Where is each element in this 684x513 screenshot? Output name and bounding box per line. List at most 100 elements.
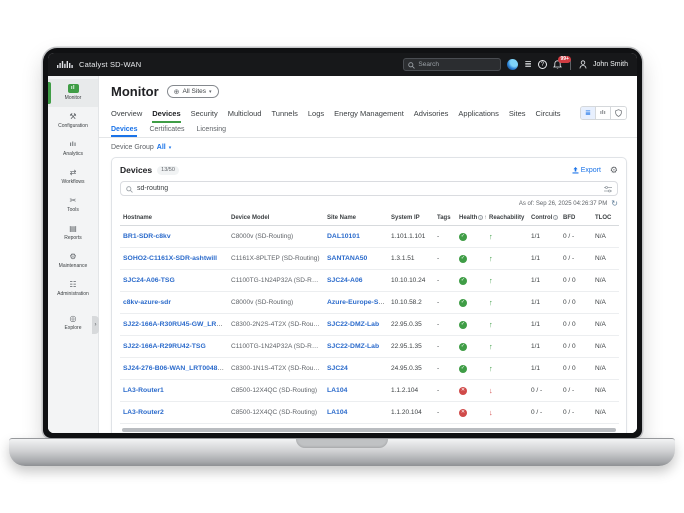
col-hostname[interactable]: Hostname [120, 211, 228, 226]
help-icon[interactable]: ? [538, 60, 547, 69]
table-row[interactable]: LA3-Router1 C8500-12X4QC (SD-Routing) LA… [120, 380, 619, 402]
sidebar-item-icon [68, 84, 79, 93]
export-icon [572, 167, 579, 174]
sidebar-item[interactable]: Explore [48, 309, 98, 337]
tab[interactable]: Multicloud [228, 109, 262, 123]
sidebar-expand-handle[interactable]: › [92, 316, 99, 334]
col-reachability[interactable]: Reachability [486, 211, 528, 226]
tab[interactable]: Logs [308, 109, 324, 123]
tab[interactable]: Tunnels [271, 109, 297, 123]
sidebar-item[interactable]: Workflows [48, 163, 98, 191]
device-model: C1100TG-1N24P32A (SD-Routing) [228, 336, 324, 358]
chart-view-button[interactable]: ılı [596, 107, 611, 119]
shield-view-button[interactable] [611, 107, 626, 119]
global-search[interactable] [403, 58, 501, 71]
site-name-link[interactable]: DAL10101 [327, 233, 360, 240]
tab[interactable]: Devices [152, 109, 180, 123]
sidebar-item[interactable]: Configuration [48, 107, 98, 135]
col-tags[interactable]: Tags [434, 211, 456, 226]
tab[interactable]: Energy Management [334, 109, 404, 123]
globe-icon[interactable] [507, 59, 518, 70]
sidebar-item[interactable]: Maintenance [48, 247, 98, 275]
user-avatar-icon[interactable] [579, 60, 587, 69]
sidebar-item-icon [70, 314, 77, 323]
device-search-input[interactable] [137, 185, 600, 192]
col-bfd[interactable]: BFD [560, 211, 592, 226]
col-system-ip[interactable]: System IP [388, 211, 434, 226]
tags-value: - [434, 270, 456, 292]
table-row[interactable]: BR1-SDR-c8kv C8000v (SD-Routing) DAL1010… [120, 226, 619, 248]
col-health[interactable]: Health↑ [456, 211, 486, 226]
subtab[interactable]: Licensing [196, 126, 226, 137]
device-hostname-link[interactable]: SJ24-276-B06-WAN_LRT0048009 [123, 365, 228, 372]
device-hostname-link[interactable]: SJC24-A06-TSG [123, 277, 175, 284]
site-name-link[interactable]: LA104 [327, 409, 347, 416]
table-row[interactable]: SJ22-166A-R30RU45-GW_LRTD009726 C8300-2N… [120, 314, 619, 336]
user-name[interactable]: John Smith [593, 61, 628, 68]
refresh-icon[interactable]: ↻ [611, 200, 618, 208]
table-row[interactable]: SJ22-166A-R29RU42-TSG C1100TG-1N24P32A (… [120, 336, 619, 358]
device-hostname-link[interactable]: LA3-Router1 [123, 387, 164, 394]
sidebar-item-icon [69, 280, 76, 289]
tab[interactable]: Applications [458, 109, 498, 123]
table-row[interactable]: LA3-Router2 C8500-12X4QC (SD-Routing) LA… [120, 402, 619, 424]
horizontal-scrollbar[interactable] [122, 428, 616, 432]
sidebar-item[interactable]: Administration [48, 275, 98, 303]
system-ip: 22.95.0.35 [388, 314, 434, 336]
system-ip: 22.95.1.35 [388, 336, 434, 358]
health-status-icon [459, 365, 467, 373]
list-view-button[interactable]: ≣ [581, 107, 596, 119]
device-hostname-link[interactable]: SJ22-166A-R30RU45-GW_LRTD009726 [123, 321, 228, 328]
site-name-link[interactable]: LA104 [327, 387, 347, 394]
info-icon[interactable] [553, 215, 558, 220]
control-count: 1/1 [528, 270, 560, 292]
subtab[interactable]: Certificates [149, 126, 184, 137]
device-hostname-link[interactable]: SOHO2-C1161X-SDR-ashtwill [123, 255, 217, 262]
device-hostname-link[interactable]: LA3-Router2 [123, 409, 164, 416]
tab[interactable]: Advisories [414, 109, 449, 123]
subtab[interactable]: Devices [111, 126, 137, 137]
sidebar-item-label: Reports [64, 235, 82, 241]
sidebar-item-label: Configuration [58, 123, 88, 129]
table-row[interactable]: SJC24-A06-TSG C1100TG-1N24P32A (SD-Routi… [120, 270, 619, 292]
info-icon[interactable] [478, 215, 483, 220]
task-list-icon[interactable]: ≣ [524, 60, 532, 69]
global-search-input[interactable] [418, 61, 496, 68]
tab[interactable]: Circuits [536, 109, 561, 123]
device-group-value[interactable]: All [157, 144, 166, 151]
tab[interactable]: Overview [111, 109, 142, 123]
site-scope-selector[interactable]: ⊕ All Sites ▾ [167, 85, 219, 98]
site-name-link[interactable]: SJC24 [327, 365, 348, 372]
site-name-link[interactable]: SJC22-DMZ-Lab [327, 343, 379, 350]
tab[interactable]: Sites [509, 109, 526, 123]
gear-icon[interactable]: ⚙ [610, 166, 618, 175]
tab[interactable]: Security [191, 109, 218, 123]
sidebar-item[interactable]: Monitor [48, 79, 98, 107]
table-row[interactable]: c8kv-azure-sdr C8000v (SD-Routing) Azure… [120, 292, 619, 314]
notifications-bell-icon[interactable]: 99+ [553, 60, 562, 70]
filter-icon[interactable] [604, 180, 612, 198]
site-name-link[interactable]: Azure-Europe-SDR [327, 299, 388, 306]
table-row[interactable]: SOHO2-C1161X-SDR-ashtwill C1161X-8PLTEP … [120, 248, 619, 270]
sidebar-item[interactable]: Tools [48, 191, 98, 219]
site-name-link[interactable]: SJC24-A06 [327, 277, 363, 284]
site-name-link[interactable]: SJC22-DMZ-Lab [327, 321, 379, 328]
sidebar-item[interactable]: Reports [48, 219, 98, 247]
device-hostname-link[interactable]: BR1-SDR-c8kv [123, 233, 171, 240]
chevron-down-icon: ▾ [209, 89, 212, 95]
device-model: C8000v (SD-Routing) [228, 226, 324, 248]
col-site-name[interactable]: Site Name [324, 211, 388, 226]
reachability-arrow-icon [489, 386, 493, 395]
col-tloc[interactable]: TLOC [592, 211, 619, 226]
device-hostname-link[interactable]: c8kv-azure-sdr [123, 299, 171, 306]
sidebar-item[interactable]: Analytics [48, 135, 98, 163]
device-search[interactable] [120, 181, 618, 196]
col-device-model[interactable]: Device Model [228, 211, 324, 226]
sort-ascending-icon[interactable]: ↑ [484, 215, 486, 221]
export-button[interactable]: Export [572, 167, 601, 174]
site-name-link[interactable]: SANTANA50 [327, 255, 367, 262]
col-control[interactable]: Control [528, 211, 560, 226]
app-title: Catalyst SD-WAN [79, 60, 141, 69]
table-row[interactable]: SJ24-276-B06-WAN_LRT0048009 C8300-1N1S-4… [120, 358, 619, 380]
device-hostname-link[interactable]: SJ22-166A-R29RU42-TSG [123, 343, 206, 350]
